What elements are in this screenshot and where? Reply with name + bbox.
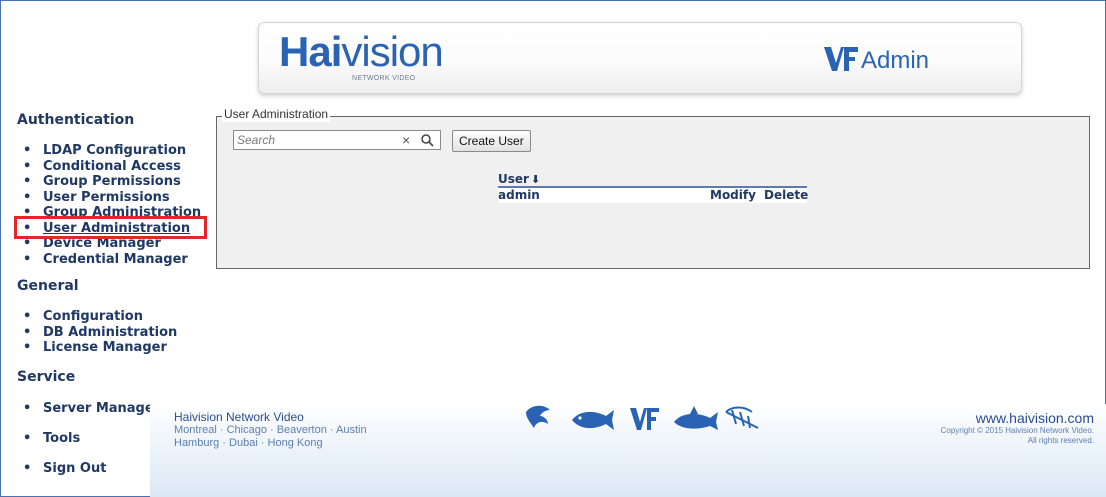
footer-company: Haivision Network Video — [174, 410, 304, 424]
footer-product-icons — [526, 405, 759, 430]
search-icon[interactable] — [420, 133, 434, 147]
rights-line: All rights reserved. — [1027, 436, 1094, 445]
nav-item-label[interactable]: LDAP Configuration — [43, 143, 186, 158]
cell-user: admin — [498, 188, 540, 202]
nav-item-sign-out[interactable]: • Sign Out — [20, 454, 152, 484]
nav-item-label[interactable]: Group Permissions — [43, 174, 181, 189]
nav-item-tools[interactable]: • Tools — [20, 424, 152, 454]
vf-logo-icon — [630, 408, 659, 430]
skeleton-fish-icon — [725, 406, 759, 429]
column-header-user[interactable]: User — [498, 172, 529, 186]
footer-cities-line1: Montreal · Chicago · Beaverton · Austin — [174, 424, 367, 436]
brand-subtitle: NETWORK VIDEO — [352, 75, 416, 82]
search-input[interactable] — [234, 131, 394, 149]
section-title-service: Service — [17, 369, 76, 385]
fish-icon — [572, 410, 614, 430]
header-banner: Haivision NETWORK VIDEO Admin — [258, 22, 1022, 94]
nav-item-label[interactable]: Tools — [43, 431, 80, 446]
modify-link[interactable]: Modify — [710, 188, 756, 203]
nav-item-user-permissions[interactable]: • User Permissions — [20, 190, 201, 206]
nav-item-label[interactable]: DB Administration — [43, 325, 177, 340]
nav-item-label[interactable]: Configuration — [43, 309, 143, 324]
nav-item-label[interactable]: Conditional Access — [43, 159, 181, 174]
nav-item-license-manager[interactable]: • License Manager — [20, 340, 177, 356]
panel-title: User Administration — [222, 106, 331, 122]
sort-down-icon[interactable]: ⬇ — [531, 173, 540, 186]
delete-link[interactable]: Delete — [764, 188, 808, 203]
nav-item-server-manager[interactable]: • Server Manager — [20, 394, 152, 424]
copyright-line: Copyright © 2015 Haivision Network Video… — [940, 426, 1094, 435]
vf-logo-icon — [824, 47, 858, 71]
search-box: × — [233, 130, 441, 150]
shark-icon — [526, 405, 550, 428]
footer-cities-line2: Hamburg · Dubai · Hong Kong — [174, 437, 323, 449]
nav-item-label[interactable]: Server Manager — [43, 401, 152, 416]
table-row: admin Modify Delete — [498, 188, 808, 203]
nav-item-credential-manager[interactable]: • Credential Manager — [20, 252, 201, 268]
nav-item-label[interactable]: License Manager — [43, 340, 167, 355]
nav-list-authentication: • LDAP Configuration • Conditional Access … — [20, 143, 201, 267]
nav-list-service: • Server Manager • Tools • Sign Out — [20, 394, 152, 484]
nav-list-general: • Configuration • DB Administration • Licen… — [20, 309, 177, 356]
product-title: Admin — [861, 47, 930, 74]
section-title-authentication: Authentication — [17, 112, 135, 128]
users-table: User ⬇ admin Modify Delete — [498, 172, 808, 203]
highlight-box — [14, 216, 207, 239]
table-header: User ⬇ — [498, 172, 807, 188]
nav-item-db-administration[interactable]: • DB Administration — [20, 325, 177, 341]
nav-item-ldap-configuration[interactable]: • LDAP Configuration — [20, 143, 201, 159]
nav-item-label[interactable]: Sign Out — [43, 461, 106, 476]
haivision-logo: Haivision — [279, 28, 444, 75]
create-user-button[interactable]: Create User — [452, 130, 531, 152]
nav-item-label[interactable]: Credential Manager — [43, 252, 188, 267]
shark-fin-icon — [674, 406, 718, 430]
nav-item-group-permissions[interactable]: • Group Permissions — [20, 174, 201, 190]
footer-url[interactable]: www.haivision.com — [976, 410, 1094, 426]
clear-icon[interactable]: × — [402, 132, 410, 148]
nav-item-label[interactable]: User Permissions — [43, 190, 170, 205]
section-title-general: General — [17, 278, 79, 294]
nav-item-configuration[interactable]: • Configuration — [20, 309, 177, 325]
nav-item-conditional-access[interactable]: • Conditional Access — [20, 159, 201, 175]
footer-copyright: Copyright © 2015 Haivision Network Video… — [941, 426, 1094, 446]
